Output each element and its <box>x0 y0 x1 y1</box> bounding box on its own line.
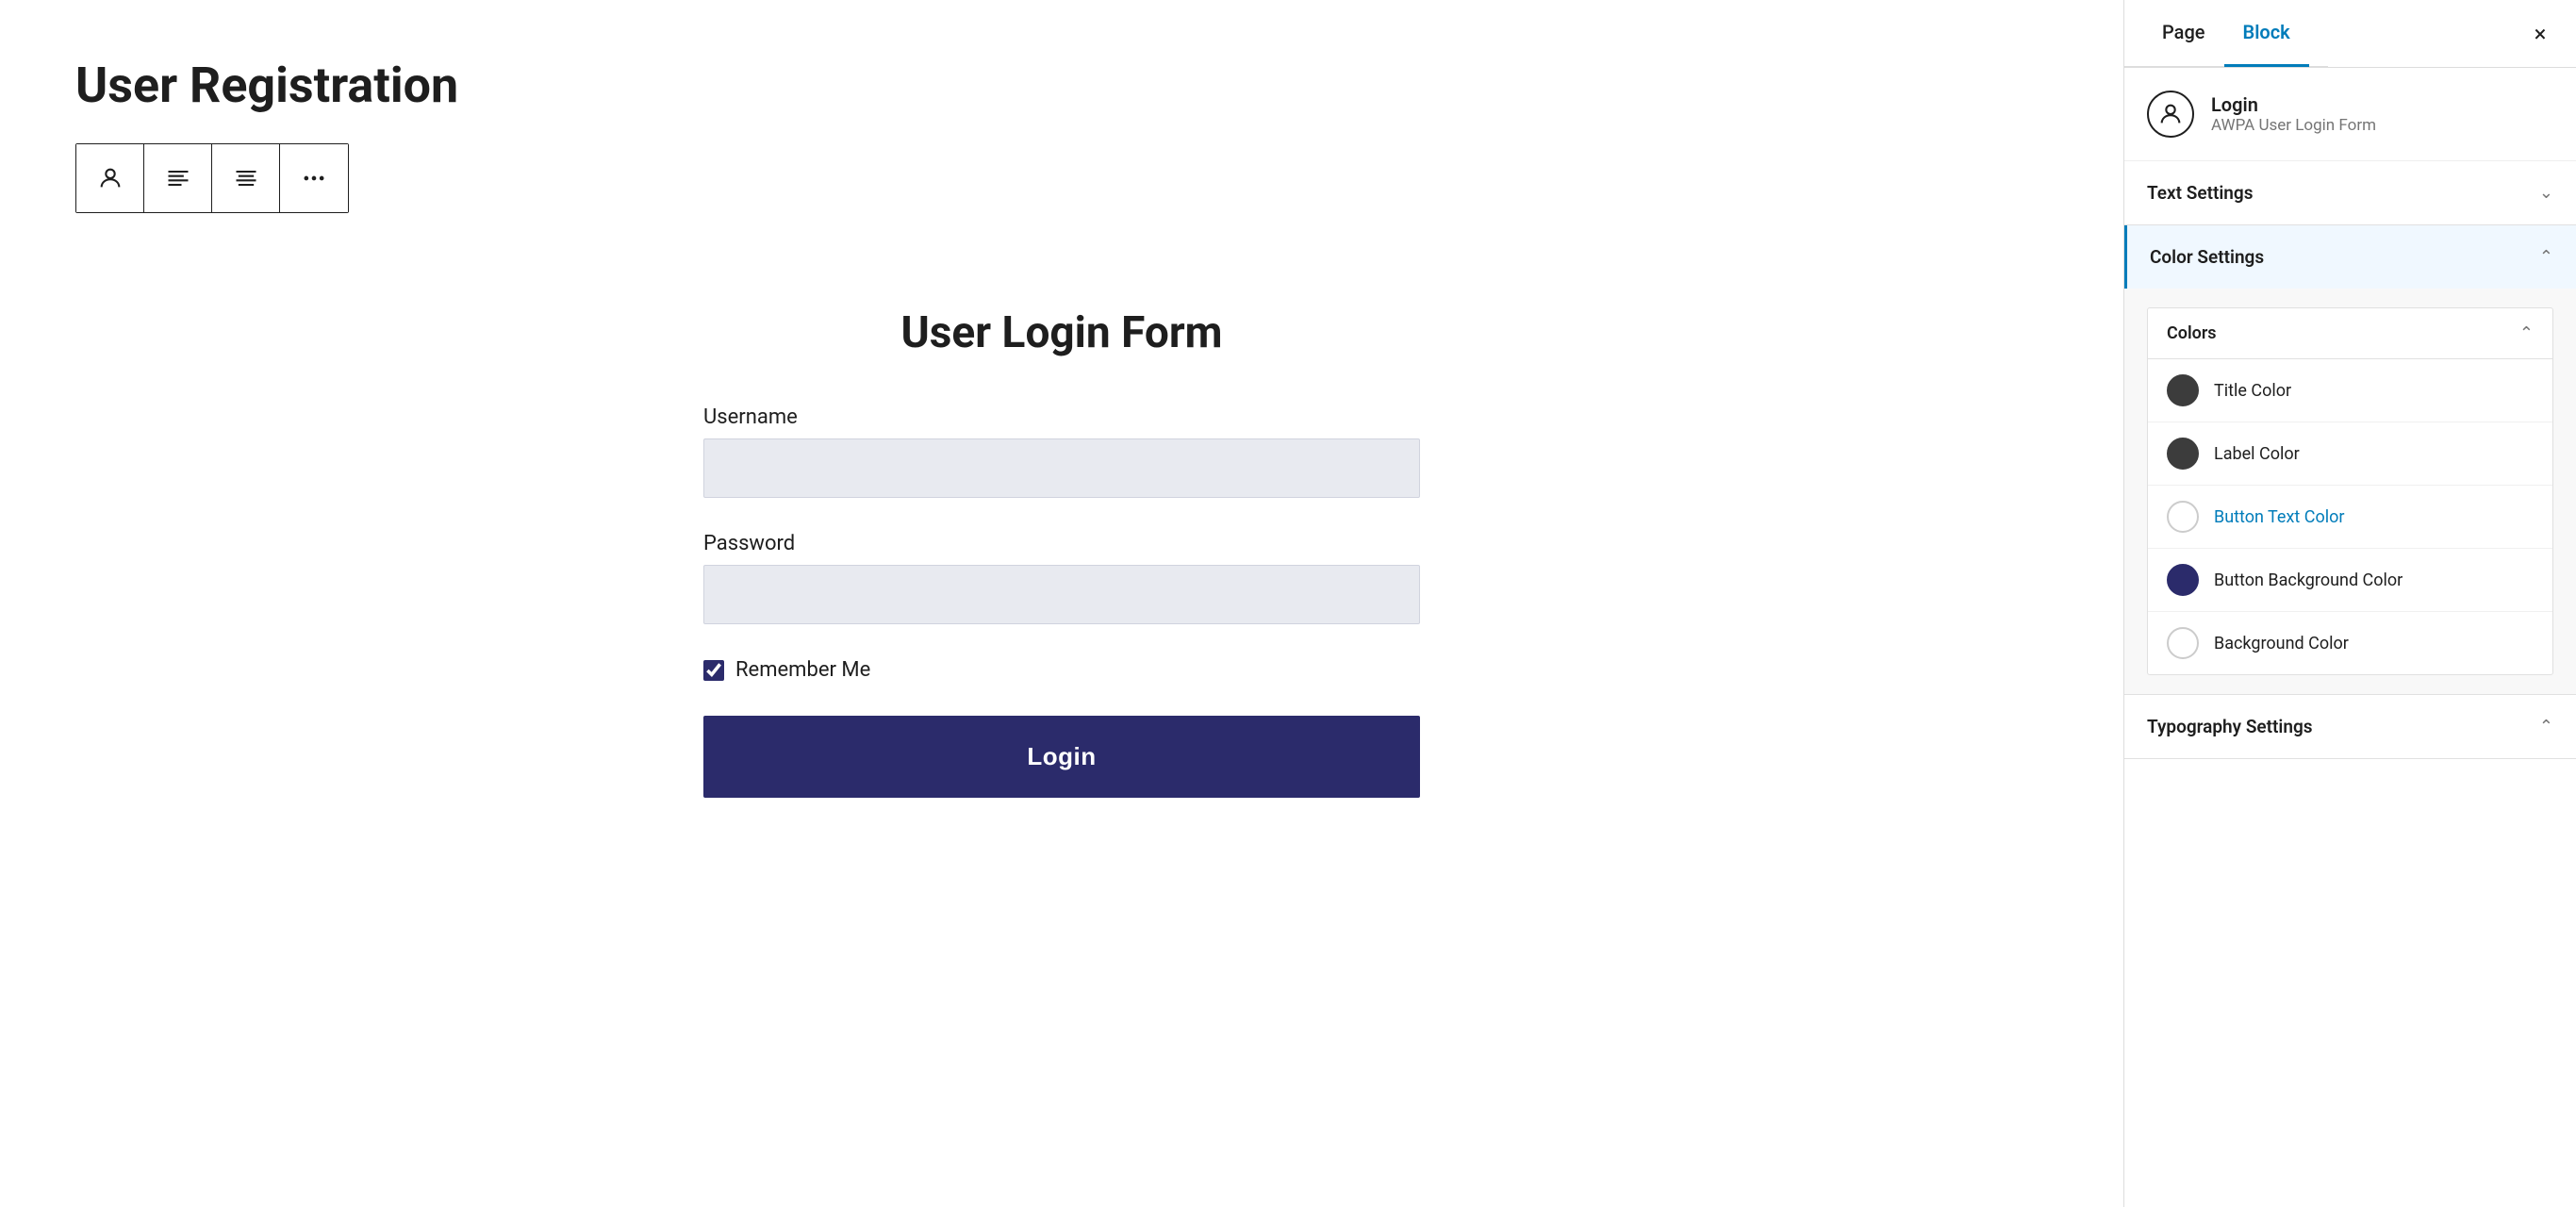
colors-subsection-header[interactable]: Colors ⌃ <box>2148 308 2552 359</box>
block-name: Login <box>2211 93 2376 116</box>
button-bg-color-swatch <box>2167 564 2199 596</box>
label-color-item[interactable]: Label Color <box>2148 422 2552 486</box>
align-center-button[interactable] <box>212 144 280 212</box>
color-settings-content: Colors ⌃ Title Color Label Color Button … <box>2124 289 2576 694</box>
typography-settings-header[interactable]: Typography Settings ⌃ <box>2124 695 2576 758</box>
block-description: AWPA User Login Form <box>2211 116 2376 135</box>
title-color-label: Title Color <box>2214 381 2291 401</box>
button-bg-color-label: Button Background Color <box>2214 570 2403 590</box>
password-input[interactable] <box>703 565 1420 624</box>
label-color-label: Label Color <box>2214 444 2300 464</box>
colors-subsection: Colors ⌃ Title Color Label Color Button … <box>2147 307 2553 675</box>
title-color-item[interactable]: Title Color <box>2148 359 2552 422</box>
close-button[interactable]: × <box>2523 17 2557 51</box>
password-label: Password <box>703 532 1420 555</box>
username-input[interactable] <box>703 438 1420 498</box>
block-icon <box>2147 91 2194 138</box>
text-settings-chevron: ⌄ <box>2539 183 2553 203</box>
colors-subsection-title: Colors <box>2167 323 2217 343</box>
colors-chevron: ⌃ <box>2519 323 2534 343</box>
form-container: User Login Form Username Password Rememb… <box>703 270 1420 835</box>
button-bg-color-item[interactable]: Button Background Color <box>2148 549 2552 612</box>
bg-color-swatch <box>2167 627 2199 659</box>
button-text-color-label: Button Text Color <box>2214 507 2344 527</box>
bg-color-label: Background Color <box>2214 634 2349 653</box>
button-text-color-item[interactable]: Button Text Color <box>2148 486 2552 549</box>
username-label: Username <box>703 405 1420 429</box>
text-settings-header[interactable]: Text Settings ⌄ <box>2124 161 2576 224</box>
title-color-swatch <box>2167 374 2199 406</box>
text-settings-title: Text Settings <box>2147 182 2253 204</box>
page-title: User Registration <box>75 57 2048 115</box>
tab-page[interactable]: Page <box>2143 0 2224 67</box>
color-settings-header[interactable]: Color Settings ⌃ <box>2124 225 2576 289</box>
sidebar: Page Block × Login AWPA User Login Form … <box>2123 0 2576 1207</box>
block-info: Login AWPA User Login Form <box>2124 68 2576 161</box>
form-title: User Login Form <box>703 307 1420 358</box>
align-left-button[interactable] <box>144 144 212 212</box>
more-options-button[interactable] <box>280 144 348 212</box>
sidebar-tabs: Page Block <box>2124 0 2328 67</box>
user-icon-button[interactable] <box>76 144 144 212</box>
username-group: Username <box>703 405 1420 498</box>
text-settings-section: Text Settings ⌄ <box>2124 161 2576 225</box>
bg-color-item[interactable]: Background Color <box>2148 612 2552 674</box>
tab-block[interactable]: Block <box>2224 0 2309 67</box>
login-button[interactable]: Login <box>703 716 1420 798</box>
button-text-color-swatch <box>2167 501 2199 533</box>
remember-me-group: Remember Me <box>703 658 1420 682</box>
typography-settings-section: Typography Settings ⌃ <box>2124 695 2576 759</box>
remember-me-checkbox[interactable] <box>703 660 724 681</box>
remember-me-label: Remember Me <box>735 658 870 682</box>
color-settings-section: Color Settings ⌃ Colors ⌃ Title Color La… <box>2124 225 2576 695</box>
password-group: Password <box>703 532 1420 624</box>
main-content: User Registration <box>0 0 2123 1207</box>
tabs-row: Page Block × <box>2124 0 2576 68</box>
block-info-text: Login AWPA User Login Form <box>2211 93 2376 135</box>
color-settings-title: Color Settings <box>2150 246 2264 268</box>
label-color-swatch <box>2167 438 2199 470</box>
typography-settings-chevron: ⌃ <box>2539 717 2553 736</box>
block-toolbar <box>75 143 349 213</box>
color-settings-chevron: ⌃ <box>2539 247 2553 267</box>
typography-settings-title: Typography Settings <box>2147 716 2313 737</box>
